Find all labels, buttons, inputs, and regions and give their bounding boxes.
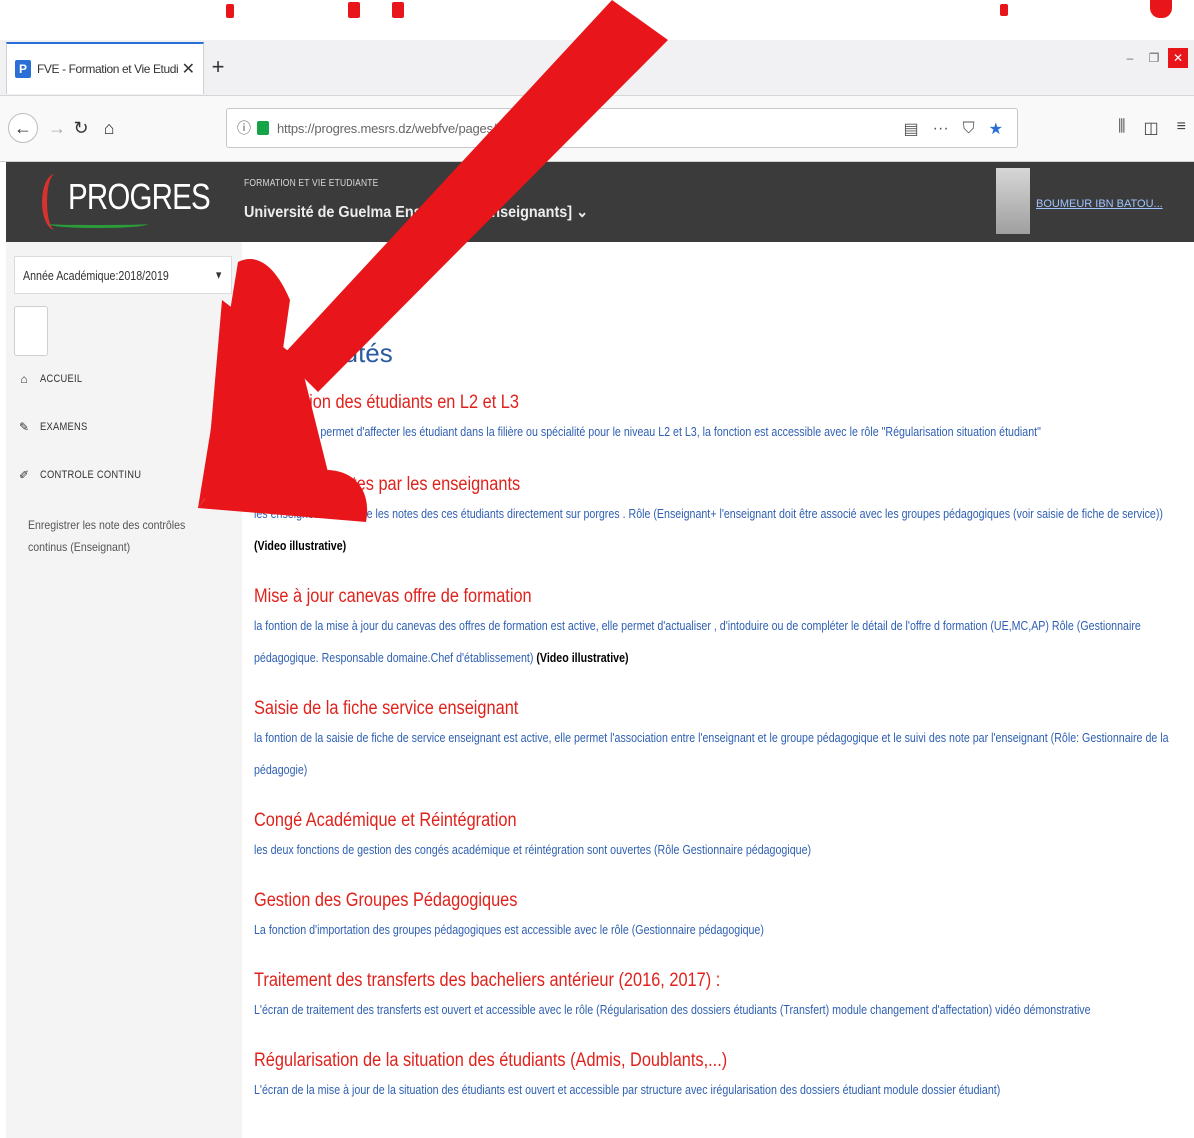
tab-title: FVE - Formation et Vie Etudian: [37, 62, 178, 76]
lock-icon: [257, 121, 269, 135]
news-description: L'écran de traitement des transferts est…: [254, 1002, 1091, 1017]
news-description: la fontion de la saisie de fiche de serv…: [254, 730, 1169, 777]
screenshot-root: P FVE - Formation et Vie Etudian ✕ + – ❐…: [0, 0, 1194, 1138]
caret-down-icon: ▾: [216, 267, 222, 282]
red-mark: [348, 2, 360, 18]
close-window-icon[interactable]: ✕: [1168, 48, 1188, 68]
url-actions: ▤ ··· ⛉ ★: [904, 119, 1003, 139]
info-icon[interactable]: ⓘ: [237, 118, 251, 138]
news-description: L'écran de la mise à jour de la situatio…: [254, 1082, 1001, 1097]
back-arrow-icon[interactable]: ←: [8, 113, 38, 143]
library-icon[interactable]: ⫼: [1118, 118, 1125, 138]
header-subtitle: FORMATION ET VIE ETUDIANTE: [244, 178, 379, 189]
page-title: Nouveautés: [254, 338, 393, 368]
favicon-icon: P: [15, 60, 31, 78]
sidebar-item-label: ACCUEIL: [40, 373, 83, 385]
reload-icon[interactable]: ↻: [66, 113, 96, 143]
video-link[interactable]: (Video illustrative): [536, 650, 628, 665]
sidebar: Année Académique:2018/2019 ▾ ⌂ ACCUEIL ✎…: [6, 242, 242, 1138]
top-strip: [0, 0, 1194, 40]
news-title[interactable]: Mise à jour canevas offre de formation: [254, 584, 1059, 610]
header-title[interactable]: Université de Guelma Enseignant [Enseign…: [244, 202, 588, 222]
news-description: les enseigneux introduire les notes des …: [254, 506, 1163, 521]
toolbar-right: ⫼ ◫ ≡: [1118, 118, 1186, 138]
close-tab-icon[interactable]: ✕: [182, 59, 195, 79]
app-header: PROGRES FORMATION ET VIE ETUDIANTE Unive…: [6, 162, 1194, 242]
url-text[interactable]: https://progres.mesrs.dz/webfve/pages/in…: [277, 121, 543, 136]
news-description: cette fonction permet d'affecter les étu…: [254, 424, 1041, 439]
main-content: Nouveautés Affectation des étudiants en …: [254, 242, 1194, 1138]
sidebar-item-accueil[interactable]: ⌂ ACCUEIL: [18, 372, 90, 386]
news-title[interactable]: Traitement des transferts des bacheliers…: [254, 968, 1059, 994]
logo-swoosh: [48, 220, 148, 228]
maximize-icon[interactable]: ❐: [1144, 48, 1164, 68]
video-link[interactable]: (Video illustrative): [254, 538, 346, 553]
red-mark: [1000, 4, 1008, 16]
red-mark: [1150, 0, 1172, 18]
sidebar-toggle-icon[interactable]: ◫: [1144, 118, 1159, 138]
news-item: Gestion des Groupes Pédagogiques La fonc…: [254, 888, 1190, 946]
url-bar[interactable]: ⓘ https://progres.mesrs.dz/webfve/pages/…: [226, 108, 1018, 148]
progres-logo[interactable]: PROGRES: [42, 170, 211, 232]
more-actions-icon[interactable]: ···: [933, 120, 949, 138]
news-item: Traitement des transferts des bacheliers…: [254, 968, 1190, 1026]
logo-text: PROGRES: [68, 176, 211, 217]
news-title[interactable]: Affectation des étudiants en L2 et L3: [254, 390, 1059, 416]
news-item: Affectation des étudiants en L2 et L3 ce…: [254, 390, 1190, 448]
sidebar-subitem-enregistrer-notes[interactable]: Enregistrer les note des contrôles conti…: [28, 514, 186, 558]
browser-nav-bar: ← → ↻ ⌂ ⓘ https://progres.mesrs.dz/webfv…: [0, 96, 1194, 162]
browser-tab[interactable]: P FVE - Formation et Vie Etudian ✕: [6, 42, 204, 94]
academic-year-select[interactable]: Année Académique:2018/2019 ▾: [14, 256, 232, 294]
news-title[interactable]: Gestion des Groupes Pédagogiques: [254, 888, 1059, 914]
news-title[interactable]: Saisie de la fiche service enseignant: [254, 696, 1059, 722]
sidebar-item-label: CONTROLE CONTINU: [40, 469, 142, 481]
news-description: la fontion de la mise à jour du canevas …: [254, 618, 1141, 665]
sidebar-item-controle-continu[interactable]: ✐ CONTROLE CONTINU: [18, 468, 159, 482]
pocket-icon[interactable]: ⛉: [963, 120, 975, 138]
news-title[interactable]: Saisie des notes par les enseignants: [254, 472, 1059, 498]
news-title[interactable]: Régularisation de la situation des étudi…: [254, 1048, 1059, 1074]
news-description: les deux fonctions de gestion des congés…: [254, 842, 812, 857]
sidebar-item-label: EXAMENS: [40, 421, 88, 433]
edit-icon: ✐: [18, 468, 30, 482]
bookmark-star-icon[interactable]: ★: [989, 119, 1003, 139]
news-title[interactable]: Congé Académique et Réintégration: [254, 808, 1059, 834]
news-item: Saisie des notes par les enseignants les…: [254, 472, 1190, 562]
home-icon[interactable]: ⌂: [94, 113, 124, 143]
minimize-icon[interactable]: –: [1120, 48, 1140, 68]
home-icon: ⌂: [20, 372, 28, 386]
news-description: La fonction d'importation des groupes pé…: [254, 922, 764, 937]
browser-tab-bar: P FVE - Formation et Vie Etudian ✕ + – ❐…: [0, 40, 1194, 96]
sidebar-search-box[interactable]: [14, 306, 48, 356]
user-name-link[interactable]: BOUMEUR IBN BATOU...: [1036, 198, 1163, 210]
sidebar-item-examens[interactable]: ✎ EXAMENS: [18, 420, 96, 434]
pencil-icon: ✎: [18, 420, 30, 434]
reader-view-icon[interactable]: ▤: [904, 119, 919, 139]
academic-year-value: Année Académique:2018/2019: [23, 267, 169, 283]
menu-icon[interactable]: ≡: [1177, 118, 1186, 138]
news-item: Congé Académique et Réintégration les de…: [254, 808, 1190, 866]
news-item: Mise à jour canevas offre de formation l…: [254, 584, 1190, 674]
red-mark: [226, 4, 234, 18]
window-controls: – ❐ ✕: [1120, 48, 1188, 68]
news-item: Saisie de la fiche service enseignant la…: [254, 696, 1190, 786]
avatar[interactable]: [996, 168, 1030, 234]
red-mark: [392, 2, 404, 18]
news-item: Régularisation de la situation des étudi…: [254, 1048, 1190, 1106]
new-tab-icon[interactable]: +: [208, 54, 228, 80]
